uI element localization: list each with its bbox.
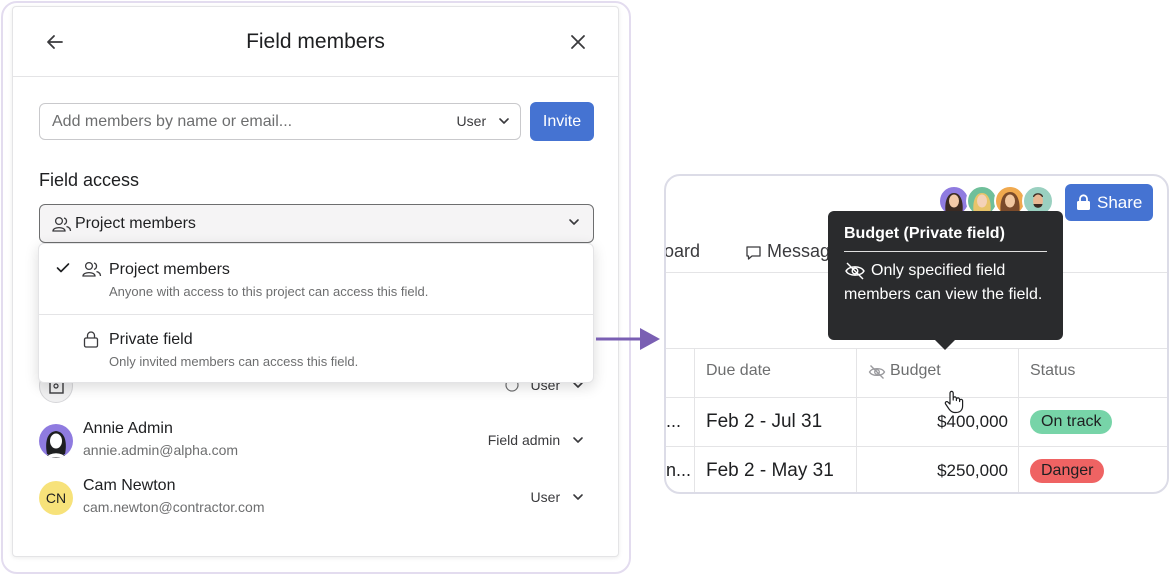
chevron-down-icon — [573, 437, 583, 443]
member-role: User — [530, 489, 561, 505]
tooltip-tail — [934, 339, 956, 350]
dialog-title: Field members — [246, 30, 385, 53]
avatar — [39, 424, 73, 458]
member-role-select[interactable]: Field admin — [488, 432, 584, 448]
tooltip-title: Budget (Private field) — [844, 225, 1005, 242]
chevron-down-icon — [499, 118, 509, 124]
add-members-field: User — [39, 103, 521, 140]
member-row: Annie Admin annie.admin@alpha.com Field … — [39, 420, 594, 462]
due-date-cell[interactable]: Feb 2 - May 31 — [706, 460, 834, 482]
message-icon — [746, 246, 761, 260]
table-divider — [666, 397, 1167, 398]
column-divider — [1018, 348, 1019, 492]
private-field-tooltip: Budget (Private field) Only specified fi… — [828, 211, 1063, 340]
due-date-cell[interactable]: Feb 2 - Jul 31 — [706, 411, 822, 433]
option-title: Project members — [109, 261, 230, 278]
member-row: CN Cam Newton cam.newton@contractor.com … — [39, 477, 594, 519]
avatar: CN — [39, 481, 73, 515]
member-role-select[interactable]: User — [531, 489, 584, 505]
column-header-due-date[interactable]: Due date — [706, 362, 771, 380]
option-private-field[interactable]: Private field Only invited members can a… — [39, 314, 593, 384]
field-access-label: Field access — [39, 170, 140, 190]
arrow-right-icon — [596, 328, 660, 350]
column-divider — [694, 348, 695, 492]
add-members-input[interactable] — [52, 111, 432, 133]
close-icon[interactable] — [566, 30, 590, 54]
status-badge[interactable]: On track — [1030, 410, 1113, 434]
member-name: Annie Admin — [83, 420, 173, 437]
chevron-down-icon — [569, 219, 579, 225]
budget-cell[interactable]: $400,000 — [858, 412, 1008, 432]
member-role: Field admin — [487, 432, 561, 448]
tab-board[interactable]: oard — [666, 241, 700, 262]
people-icon — [82, 261, 102, 277]
role-select[interactable]: User — [457, 113, 510, 129]
annie-avatar-icon — [45, 431, 67, 458]
member-name: Cam Newton — [83, 477, 176, 494]
column-header-budget[interactable]: Budget — [890, 362, 941, 380]
share-label: Share — [1097, 193, 1143, 212]
tooltip-divider — [844, 251, 1047, 252]
table-divider — [666, 493, 1167, 494]
option-project-members[interactable]: Project members Anyone with access to th… — [39, 244, 593, 314]
budget-cell[interactable]: $250,000 — [858, 461, 1008, 481]
lock-icon — [83, 331, 99, 348]
option-description: Only invited members can access this fie… — [109, 354, 359, 369]
option-title: Private field — [109, 331, 193, 348]
field-access-select[interactable]: Project members — [39, 204, 594, 243]
project-preview: Share oard Messages Due date Budget Stat… — [664, 174, 1169, 494]
task-name-cell[interactable]: n... — [666, 460, 691, 481]
role-select-value: User — [456, 113, 487, 129]
table-divider — [666, 348, 1167, 349]
invite-button[interactable]: Invite — [530, 102, 594, 141]
people-icon — [52, 216, 72, 232]
eye-off-icon — [868, 365, 886, 379]
dialog-header: Field members — [13, 7, 618, 77]
task-name-cell[interactable]: ... — [666, 411, 681, 432]
lock-icon — [1077, 194, 1090, 210]
chevron-down-icon — [573, 494, 583, 500]
member-email: annie.admin@alpha.com — [83, 442, 239, 458]
hand-cursor-icon — [944, 390, 964, 414]
status-badge[interactable]: Danger — [1030, 459, 1105, 483]
option-description: Anyone with access to this project can a… — [109, 284, 429, 299]
table-divider — [666, 446, 1167, 447]
share-button[interactable]: Share — [1065, 184, 1153, 221]
field-access-value: Project members — [75, 215, 196, 232]
field-access-dropdown: Project members Anyone with access to th… — [38, 243, 594, 383]
column-divider — [856, 348, 857, 492]
member-email: cam.newton@contractor.com — [83, 499, 265, 515]
check-icon — [56, 263, 70, 273]
column-header-status[interactable]: Status — [1030, 362, 1075, 380]
tooltip-body: Only specified field members can view th… — [844, 262, 1043, 303]
